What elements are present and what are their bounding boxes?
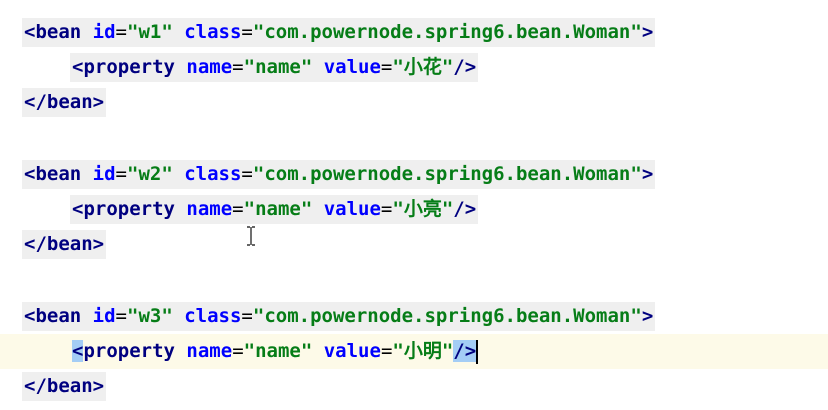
tag-close: /> [453,198,477,220]
attr-class-value: "com.powernode.spring6.bean.Woman" [252,305,642,327]
attr-value-value: "小亮" [392,198,454,220]
closing-tag: </bean> [22,230,107,259]
equals-sign: = [241,163,253,185]
attr-name: name [186,56,233,78]
tag-open: <property [72,198,175,220]
tag-close: > [641,163,654,185]
code-line-7[interactable]: <bean id="w3" class="com.powernode.sprin… [0,299,828,334]
equals-sign: = [380,56,393,78]
attr-class: class [184,163,242,185]
attr-name-value: "name" [243,198,313,220]
equals-sign: = [380,198,393,220]
attr-id: id [92,305,116,327]
code-line-4[interactable]: <bean id="w2" class="com.powernode.sprin… [0,157,828,192]
code-line-8-current[interactable]: <property name="name" value="小明"/> [0,334,828,369]
attr-class-value: "com.powernode.spring6.bean.Woman" [252,163,642,185]
text-caret [476,339,479,364]
code-line-9[interactable]: </bean> [0,369,828,404]
code-line-1[interactable]: <bean id="w1" class="com.powernode.sprin… [0,15,828,50]
equals-sign: = [241,21,253,43]
code-line-2[interactable]: <property name="name" value="小花"/> [0,50,828,85]
attr-name: name [186,340,233,362]
attr-value-value: "小明" [392,340,454,362]
tag-open: <bean [24,305,82,327]
tag-open: property [83,340,175,362]
tag-close: /> [453,56,477,78]
tag-close: > [641,21,654,43]
code-editor[interactable]: <bean id="w1" class="com.powernode.sprin… [0,0,828,410]
code-line-6[interactable]: </bean> [0,227,828,262]
equals-sign: = [232,340,244,362]
equals-sign: = [241,305,253,327]
attr-value: value [323,198,381,220]
attr-value: value [323,340,381,362]
code-text: <bean id="w2" class="com.powernode.sprin… [22,160,656,189]
equals-sign: = [115,21,127,43]
ibeam-cursor-icon [247,226,255,246]
code-text: <bean id="w1" class="com.powernode.sprin… [22,18,656,47]
tag-open: <bean [24,21,82,43]
code-text: <property name="name" value="小明"/> [70,337,480,366]
equals-sign: = [115,305,127,327]
tag-close: > [641,305,654,327]
attr-value-value: "小花" [392,56,454,78]
code-line-5[interactable]: <property name="name" value="小亮"/> [0,192,828,227]
attr-value: value [323,56,381,78]
equals-sign: = [232,198,244,220]
attr-id-value: "w2" [127,163,173,185]
attr-id: id [92,163,116,185]
code-text: <property name="name" value="小亮"/> [70,195,479,224]
tag-open: <bean [24,163,82,185]
brace-match-highlight: < [72,340,84,362]
tag-open: <property [72,56,175,78]
brace-match-highlight-close: /> [453,340,477,362]
equals-sign: = [380,340,393,362]
attr-id: id [92,21,116,43]
attr-id-value: "w3" [127,305,173,327]
code-text: <property name="name" value="小花"/> [70,53,479,82]
attr-name-value: "name" [243,56,313,78]
attr-class: class [184,21,242,43]
equals-sign: = [232,56,244,78]
attr-id-value: "w1" [127,21,173,43]
closing-tag: </bean> [22,372,107,401]
attr-class-value: "com.powernode.spring6.bean.Woman" [252,21,642,43]
code-line-3[interactable]: </bean> [0,85,828,120]
attr-name: name [186,198,233,220]
attr-class: class [184,305,242,327]
closing-tag: </bean> [22,88,107,117]
equals-sign: = [115,163,127,185]
code-text: <bean id="w3" class="com.powernode.sprin… [22,302,656,331]
attr-name-value: "name" [243,340,313,362]
